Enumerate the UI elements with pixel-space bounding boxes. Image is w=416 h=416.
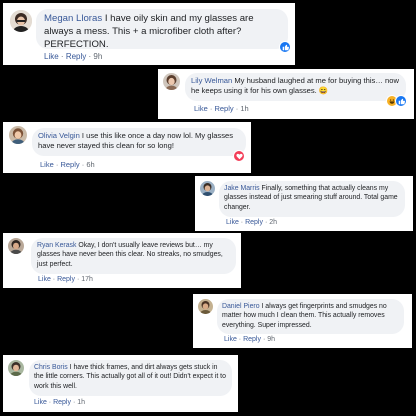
like-link[interactable]: Like <box>194 104 208 113</box>
comment-actions: Like · Reply · 6h <box>40 160 95 169</box>
like-link[interactable]: Like <box>226 219 239 226</box>
comment-card: Daniel Piero I always get fingerprints a… <box>193 294 412 348</box>
reply-link[interactable]: Reply <box>53 399 71 406</box>
comment-bubble: Lily Welman My husband laughed at me for… <box>185 73 406 101</box>
timestamp[interactable]: 9h <box>93 52 102 61</box>
commenter-name[interactable]: Chris Boris <box>34 364 68 371</box>
comment-actions: Like · Reply · 9h <box>224 336 276 343</box>
love-icon <box>233 150 245 162</box>
commenter-name[interactable]: Ryan Kerask <box>37 242 76 249</box>
avatar[interactable] <box>8 238 24 254</box>
comment-bubble: Chris Boris I have thick frames, and dir… <box>29 360 232 396</box>
comment-card: Ryan Kerask Okay, I don't usually leave … <box>3 233 241 288</box>
avatar[interactable] <box>8 360 24 376</box>
commenter-name[interactable]: Megan Lloras <box>44 13 102 24</box>
emoji: 😄 <box>318 86 329 96</box>
like-icon <box>279 41 291 53</box>
comment-actions: Like · Reply · 9h <box>44 52 103 61</box>
reply-link[interactable]: Reply <box>66 52 86 61</box>
commenter-name[interactable]: Daniel Piero <box>222 303 260 310</box>
reply-link[interactable]: Reply <box>214 104 233 113</box>
reply-link[interactable]: Reply <box>245 219 263 226</box>
comment-bubble: Megan Lloras I have oily skin and my gla… <box>36 9 288 50</box>
comment-bubble: Jake Marris Finally, something that actu… <box>219 181 405 217</box>
like-link[interactable]: Like <box>224 336 237 343</box>
timestamp[interactable]: 9h <box>267 336 275 343</box>
timestamp[interactable]: 17h <box>81 276 93 283</box>
commenter-name[interactable]: Olivia Velgin <box>38 131 80 140</box>
commenter-name[interactable]: Lily Welman <box>191 76 232 85</box>
comment-bubble: Olivia Velgin I use this like once a day… <box>32 128 246 156</box>
comment-card: Megan Lloras I have oily skin and my gla… <box>3 3 295 65</box>
timestamp[interactable]: 6h <box>86 160 94 169</box>
like-link[interactable]: Like <box>34 399 47 406</box>
like-icon <box>395 95 407 107</box>
like-link[interactable]: Like <box>40 160 54 169</box>
comment-card: Lily Welman My husband laughed at me for… <box>158 69 414 119</box>
like-link[interactable]: Like <box>38 276 51 283</box>
timestamp[interactable]: 2h <box>269 219 277 226</box>
like-link[interactable]: Like <box>44 52 59 61</box>
comment-card: Olivia Velgin I use this like once a day… <box>3 122 251 173</box>
avatar[interactable] <box>9 126 27 144</box>
reactions[interactable] <box>233 150 245 162</box>
avatar[interactable] <box>163 73 180 90</box>
commenter-name[interactable]: Jake Marris <box>224 185 260 192</box>
reactions[interactable] <box>386 95 407 107</box>
reply-link[interactable]: Reply <box>60 160 79 169</box>
comment-bubble: Daniel Piero I always get fingerprints a… <box>217 299 404 334</box>
comment-card: Chris Boris I have thick frames, and dir… <box>3 355 238 412</box>
avatar[interactable] <box>198 299 213 314</box>
timestamp[interactable]: 1h <box>77 399 85 406</box>
reactions[interactable] <box>279 41 291 53</box>
avatar[interactable] <box>10 10 32 32</box>
comment-actions: Like · Reply · 1h <box>34 399 86 406</box>
comment-actions: Like · Reply · 2h <box>226 219 278 226</box>
comment-bubble: Ryan Kerask Okay, I don't usually leave … <box>31 238 236 274</box>
comment-card: Jake Marris Finally, something that actu… <box>195 176 413 231</box>
comment-actions: Like · Reply · 17h <box>38 276 93 283</box>
reply-link[interactable]: Reply <box>243 336 261 343</box>
comment-actions: Like · Reply · 1h <box>194 104 249 113</box>
reply-link[interactable]: Reply <box>57 276 75 283</box>
avatar[interactable] <box>200 181 215 196</box>
timestamp[interactable]: 1h <box>240 104 248 113</box>
